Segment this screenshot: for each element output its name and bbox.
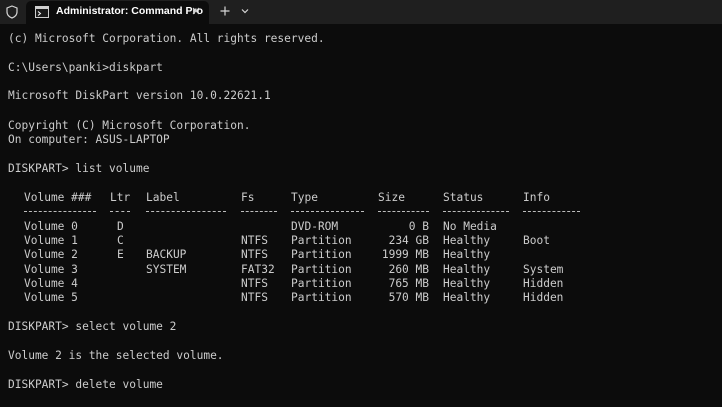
cell-size: 1999 MB [381, 248, 429, 261]
console-line: DISKPART> delete volume [8, 378, 163, 391]
cell-label: SYSTEM [146, 263, 187, 276]
separator-dashes [443, 211, 509, 212]
header-info: Info [523, 191, 550, 204]
separator-dashes [378, 211, 429, 212]
chevron-down-icon[interactable] [240, 5, 250, 17]
cell-size: 570 MB [388, 291, 429, 304]
terminal-icon [35, 6, 49, 18]
plus-icon[interactable] [218, 4, 232, 18]
header-label: Label [146, 191, 180, 204]
cell-type: DVD-ROM [291, 220, 339, 233]
separator-dashes [523, 211, 580, 212]
cell-fs: NTFS [241, 277, 268, 290]
cell-volume: Volume 4 [24, 277, 78, 290]
cell-info: Hidden [523, 291, 564, 304]
cell-fs: NTFS [241, 234, 268, 247]
cell-type: Partition [291, 277, 352, 290]
header-ltr: Ltr [110, 191, 131, 204]
cell-volume: Volume 0 [24, 220, 78, 233]
terminal-window: Administrator: Command Pro (c) Microsoft… [0, 0, 722, 407]
cell-type: Partition [291, 263, 352, 276]
console-line: Volume 2 is the selected volume. [8, 349, 224, 362]
cell-status: Healthy [443, 248, 491, 261]
header-size: Size [378, 191, 405, 204]
cell-type: Partition [291, 234, 352, 247]
cell-type: Partition [291, 291, 352, 304]
cell-type: Partition [291, 248, 352, 261]
separator-dashes [110, 211, 130, 212]
cell-volume: Volume 1 [24, 234, 78, 247]
header-type: Type [291, 191, 318, 204]
title-bar: Administrator: Command Pro [0, 0, 722, 24]
shield-icon[interactable] [5, 5, 19, 19]
cell-fs: NTFS [241, 291, 268, 304]
cell-label: BACKUP [146, 248, 187, 261]
close-icon[interactable] [189, 4, 203, 18]
separator-dashes [291, 211, 364, 212]
cell-volume: Volume 5 [24, 291, 78, 304]
cell-volume: Volume 3 [24, 263, 78, 276]
cell-status: Healthy [443, 234, 491, 247]
cell-ltr: C [117, 234, 124, 247]
console-output[interactable]: (c) Microsoft Corporation. All rights re… [0, 24, 722, 407]
cell-size: 0 B [408, 220, 429, 233]
cell-status: Healthy [443, 291, 491, 304]
cell-size: 765 MB [388, 277, 429, 290]
header-volume: Volume ### [24, 191, 92, 204]
tab-command-prompt[interactable]: Administrator: Command Pro [26, 1, 209, 24]
cell-info: Hidden [523, 277, 564, 290]
cell-ltr: E [117, 248, 124, 261]
cell-info: System [523, 263, 564, 276]
cell-status: No Media [443, 220, 497, 233]
cell-size: 260 MB [388, 263, 429, 276]
cell-fs: NTFS [241, 248, 268, 261]
console-line: DISKPART> select volume 2 [8, 320, 177, 333]
tab-title: Administrator: Command Pro [56, 5, 204, 17]
cell-ltr: D [117, 220, 124, 233]
cell-status: Healthy [443, 277, 491, 290]
cell-fs: FAT32 [241, 263, 275, 276]
cell-status: Healthy [443, 263, 491, 276]
header-fs: Fs [241, 191, 255, 204]
cell-volume: Volume 2 [24, 248, 78, 261]
separator-dashes [241, 211, 277, 212]
cell-size: 234 GB [388, 234, 429, 247]
cell-info: Boot [523, 234, 550, 247]
separator-dashes [24, 211, 96, 212]
separator-dashes [146, 211, 226, 212]
header-status: Status [443, 191, 484, 204]
